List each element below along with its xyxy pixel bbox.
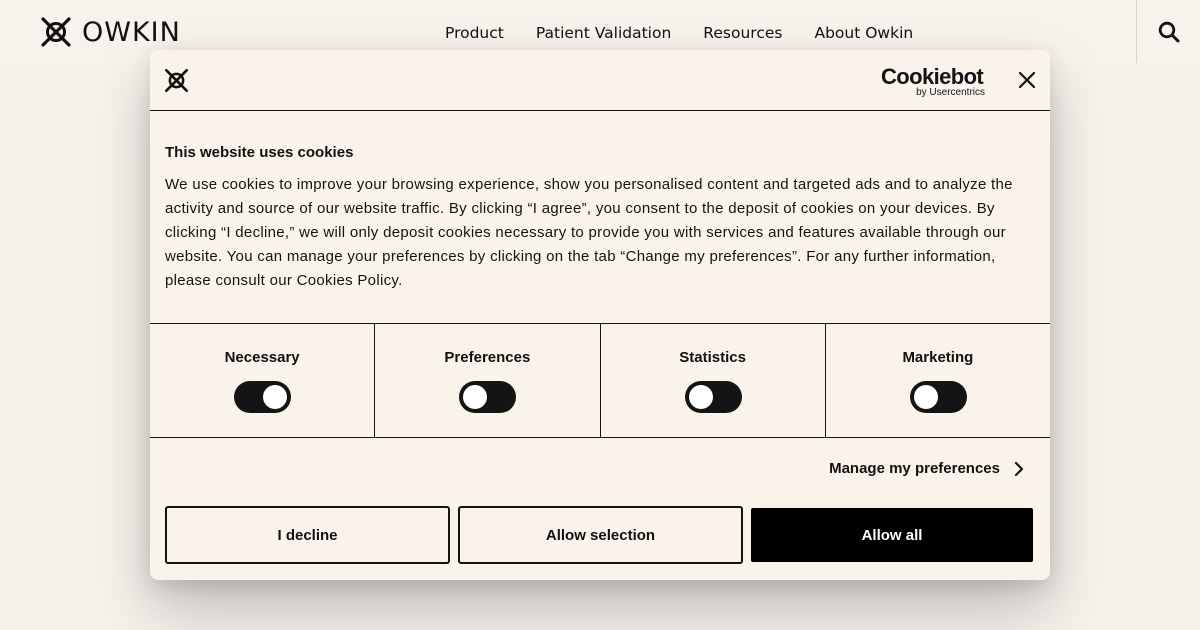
statistics-toggle[interactable] [684, 381, 742, 413]
toggle-knob [688, 385, 713, 409]
nav-item-product[interactable]: Product [445, 24, 504, 42]
category-label: Marketing [902, 349, 974, 366]
close-icon[interactable] [1018, 71, 1036, 89]
allow-all-button[interactable]: Allow all [751, 508, 1033, 562]
category-preferences: Preferences [375, 324, 601, 437]
cookiebot-logo[interactable]: Cookiebot by Usercentrics [881, 64, 985, 98]
category-necessary: Necessary [150, 324, 376, 437]
chevron-right-icon [1014, 461, 1024, 476]
decline-button[interactable]: I decline [165, 506, 450, 564]
toggle-knob [263, 385, 287, 409]
marketing-toggle[interactable] [909, 381, 967, 413]
category-label: Necessary [224, 349, 300, 366]
brand-name: OWKIN [82, 16, 181, 48]
dialog-body-text: We use cookies to improve your browsing … [165, 176, 1013, 289]
preferences-toggle[interactable] [459, 381, 517, 413]
allow-selection-button[interactable]: Allow selection [458, 506, 743, 564]
category-label: Preferences [444, 349, 531, 366]
dialog-title: This website uses cookies [165, 144, 354, 161]
toggle-knob [463, 385, 488, 409]
dialog-header: Cookiebot by Usercentrics [150, 50, 1050, 111]
necessary-toggle[interactable] [234, 381, 291, 413]
cookiebot-subtitle: by Usercentrics [916, 87, 985, 98]
owkin-logo[interactable]: OWKIN [40, 14, 181, 50]
manage-preferences-link[interactable]: Manage my preferences [829, 460, 1024, 477]
search-icon [1158, 21, 1179, 42]
consent-categories: Necessary Preferences Statistics Marketi… [150, 323, 1050, 438]
manage-preferences-label: Manage my preferences [829, 460, 1000, 477]
category-statistics: Statistics [601, 324, 826, 437]
category-label: Statistics [679, 349, 746, 366]
main-nav: Product Patient Validation Resources Abo… [445, 24, 913, 42]
nav-item-patient-validation[interactable]: Patient Validation [536, 24, 671, 42]
category-marketing: Marketing [826, 324, 1050, 437]
toggle-knob [913, 385, 938, 409]
owkin-logo-icon [41, 17, 71, 47]
nav-item-resources[interactable]: Resources [703, 24, 782, 42]
cookie-consent-dialog: Cookiebot by Usercentrics This website u… [150, 50, 1050, 580]
nav-item-about-owkin[interactable]: About Owkin [814, 24, 913, 42]
search-button[interactable] [1136, 0, 1200, 63]
owkin-logo-icon [165, 69, 188, 92]
